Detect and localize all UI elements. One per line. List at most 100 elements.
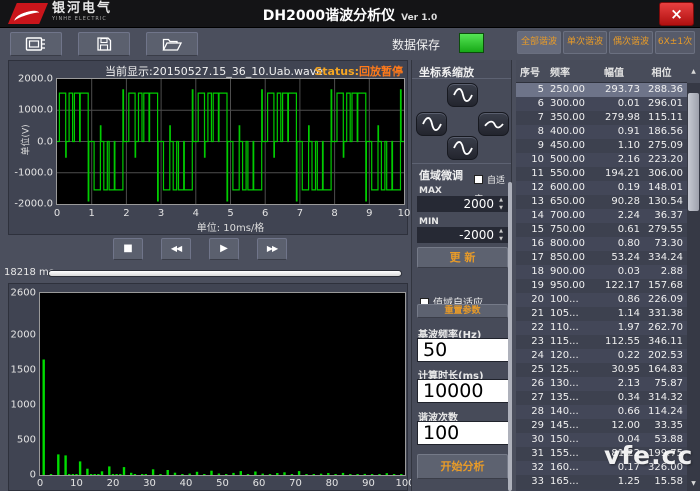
column-header-phase[interactable]: 相位 [640,64,683,79]
table-body: 5 250.00 293.73 288.36 6 300.00 0.01 296.01 7 350… [516,83,687,489]
table-row[interactable]: 27 135... 0.34 314.32 [516,391,687,405]
table-row[interactable]: 16 800.00 0.80 73.30 [516,237,687,251]
scrollbar-down-icon[interactable]: ▼ [687,476,700,491]
play-button[interactable]: ▶ [209,238,239,260]
axis-tick-label: 20 [106,478,120,489]
table-row[interactable]: 11 550.00 194.21 306.00 [516,167,687,181]
table-cell: 130... [550,378,579,389]
table-row[interactable]: 9 450.00 1.10 275.09 [516,139,687,153]
table-row[interactable]: 33 165... 1.25 15.58 [516,475,687,489]
fundamental-freq-input[interactable] [417,338,509,362]
tab-6x1-harmonics[interactable]: 6X±1次 [655,31,695,54]
device-button[interactable] [10,32,62,56]
table-cell: 105... [550,308,579,319]
update-button[interactable]: 更 新 [417,247,508,268]
zoom-up-button[interactable] [447,83,478,107]
table-row[interactable]: 25 125... 30.95 164.83 [516,363,687,377]
table-row[interactable]: 12 600.00 0.19 148.01 [516,181,687,195]
table-row[interactable]: 13 650.00 90.28 130.54 [516,195,687,209]
spinner-arrows-icon[interactable]: ▲ ▼ [496,196,506,212]
table-cell: 2.16 [617,154,640,165]
panel-scrollbar-thumb[interactable] [508,182,512,491]
table-row[interactable]: 5 250.00 293.73 288.36 [516,83,687,97]
min-value-input[interactable]: -2000 ▲ ▼ [417,227,508,243]
table-row[interactable]: 30 150... 0.04 53.88 [516,433,687,447]
table-row[interactable]: 8 400.00 0.91 186.56 [516,125,687,139]
table-row[interactable]: 18 900.00 0.03 2.88 [516,265,687,279]
table-cell: 12.00 [611,420,640,431]
zoom-down-button[interactable] [447,136,478,160]
axis-tick-label: 90 [362,478,375,489]
harmonic-order-input[interactable] [417,421,509,445]
table-cell: 600.00 [550,182,585,193]
fast-forward-button[interactable]: ▶▶ [257,238,287,260]
axis-tick-label: 6 [262,208,269,219]
table-row[interactable]: 29 145... 12.00 33.35 [516,419,687,433]
data-save-label: 数据保存 [392,38,441,52]
column-header-amplitude[interactable]: 幅值 [588,64,640,79]
table-row[interactable]: 22 110... 1.97 262.70 [516,321,687,335]
table-cell: 20 [531,294,544,305]
table-row[interactable]: 20 100... 0.86 226.09 [516,293,687,307]
table-cell: 0.17 [617,462,640,473]
table-scrollbar-thumb[interactable] [688,93,699,211]
table-cell: 2.24 [617,210,640,221]
table-row[interactable]: 17 850.00 53.24 334.24 [516,251,687,265]
table-cell: 296.01 [648,98,683,109]
stop-button[interactable]: ■ [113,238,143,260]
start-analysis-button[interactable]: 开始分析 [417,454,508,479]
tab-odd-harmonics[interactable]: 单次谐波 [563,31,607,54]
table-row[interactable]: 6 300.00 0.01 296.01 [516,97,687,111]
rewind-button[interactable]: ◀◀ [161,238,191,260]
column-header-no[interactable]: 序号 [516,64,544,79]
tab-all-harmonics[interactable]: 全部谐波 [517,31,561,54]
table-row[interactable]: 23 115... 112.55 346.11 [516,335,687,349]
table-cell: 750.00 [550,224,585,235]
open-folder-icon [162,38,182,51]
table-cell: 16 [531,238,544,249]
table-cell: 0.01 [617,98,640,109]
spinner-arrows-icon[interactable]: ▲ ▼ [496,227,506,243]
table-cell: 850.00 [550,252,585,263]
max-value-input[interactable]: 2000 ▲ ▼ [417,196,508,212]
table-cell: 36.37 [654,210,683,221]
harmonics-table: 序号 频率 幅值 相位 5 250.00 293.73 288.36 6 300.00 0.… [516,60,700,491]
sine-wave-icon [452,88,473,102]
table-cell: 15.58 [654,476,683,487]
table-cell: 8 [537,126,544,137]
table-row[interactable]: 28 140... 0.66 114.24 [516,405,687,419]
tab-even-harmonics[interactable]: 偶次谐波 [609,31,653,54]
table-row[interactable]: 7 350.00 279.98 115.11 [516,111,687,125]
calc-duration-input[interactable] [417,379,509,403]
table-row[interactable]: 31 155... 81.22 199.75 [516,447,687,461]
zoom-left-button[interactable] [416,112,447,136]
save-button[interactable] [78,32,130,56]
checkbox-box[interactable] [474,175,483,184]
table-cell: 53.88 [654,434,683,445]
table-row[interactable]: 32 160... 0.17 326.00 [516,461,687,475]
table-row[interactable]: 21 105... 1.14 331.38 [516,307,687,321]
control-panel: 坐标系缩放 值域微调 自适应 MAX 2000▲▼ MIN -2000▲▼ 更 … [411,60,512,491]
table-cell: 900.00 [550,266,585,277]
table-row[interactable]: 15 750.00 0.61 279.55 [516,223,687,237]
table-cell: 24 [531,350,544,361]
table-cell: 279.98 [605,112,640,123]
open-file-button[interactable] [146,32,198,56]
table-row[interactable]: 10 500.00 2.16 223.20 [516,153,687,167]
close-button[interactable]: × [659,2,694,26]
zoom-right-button[interactable] [478,112,509,136]
scrollbar-up-icon[interactable]: ▲ [687,60,700,83]
table-row[interactable]: 19 950.00 122.17 157.68 [516,279,687,293]
table-row[interactable]: 26 130... 2.13 75.87 [516,377,687,391]
table-cell: 81.22 [611,448,640,459]
company-name-en: YINHE ELECTRIC [52,16,107,22]
reset-params-button[interactable]: 重置参数 [417,304,508,318]
table-row[interactable]: 14 700.00 2.24 36.37 [516,209,687,223]
playback-progress-slider[interactable] [48,270,402,277]
table-row[interactable]: 24 120... 0.22 202.53 [516,349,687,363]
table-cell: 0.91 [617,126,640,137]
axis-tick-label: 3 [157,208,165,219]
column-header-frequency[interactable]: 频率 [544,64,588,79]
table-cell: 33.35 [654,420,683,431]
table-cell: 30.95 [611,364,640,375]
